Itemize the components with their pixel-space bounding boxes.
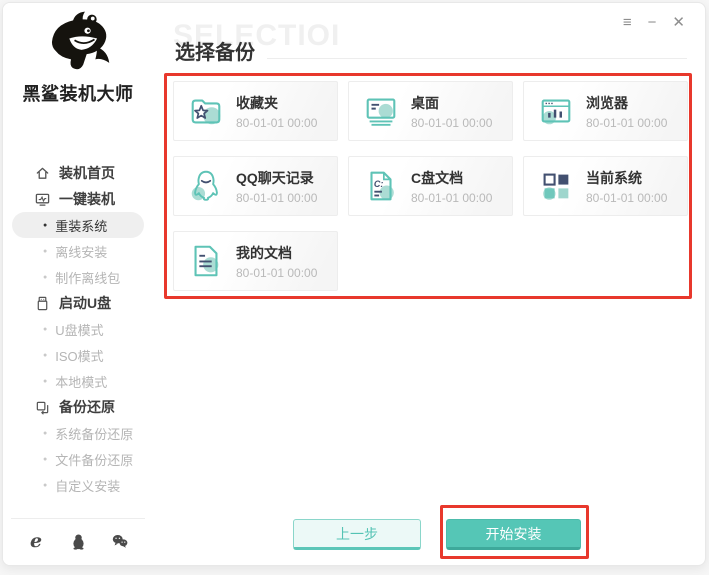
backup-card-time: 80-01-01 00:00 xyxy=(236,265,318,280)
sidebar-item-label: 系统备份还原 xyxy=(55,426,134,442)
backup-restore-icon xyxy=(35,400,50,415)
backup-card-time: 80-01-01 00:00 xyxy=(411,115,493,130)
backup-card-title: 桌面 xyxy=(411,94,439,111)
backup-card-time: 80-01-01 00:00 xyxy=(586,190,668,205)
c-drive-doc-icon: C: xyxy=(362,167,400,205)
browser-icon xyxy=(537,92,575,130)
sidebar-item-one-key-install[interactable]: 一键装机 xyxy=(3,186,153,212)
backup-card-qq-chat[interactable]: QQ聊天记录 80-01-01 00:00 xyxy=(173,156,338,216)
close-icon[interactable]: ✕ xyxy=(672,15,685,30)
menu-icon[interactable]: ≡ xyxy=(623,15,632,30)
sidebar-item-usb-mode[interactable]: U盘模式 xyxy=(12,316,144,342)
backup-card-title: 收藏夹 xyxy=(236,94,278,111)
favorites-folder-icon xyxy=(187,92,225,130)
backup-card-title: C盘文档 xyxy=(411,169,464,186)
backup-card-title: 浏览器 xyxy=(586,94,628,111)
qq-chat-icon xyxy=(187,167,225,205)
sidebar-item-label: 制作离线包 xyxy=(55,270,121,286)
ie-icon[interactable]: e xyxy=(26,531,46,551)
backup-card-grid: 收藏夹 80-01-01 00:00 桌面 80-01-01 00:00 浏览器… xyxy=(173,81,688,291)
sidebar-item-home[interactable]: 装机首页 xyxy=(3,160,153,186)
previous-step-button[interactable]: 上一步 xyxy=(293,519,421,550)
sidebar-item-label: ISO模式 xyxy=(55,348,104,364)
svg-text:C:: C: xyxy=(374,179,384,189)
sidebar-item-system-backup-restore[interactable]: 系统备份还原 xyxy=(12,420,144,446)
app-logo: 黑鲨装机大师 xyxy=(3,3,153,106)
desktop-icon xyxy=(362,92,400,130)
backup-card-title: QQ聊天记录 xyxy=(236,169,314,186)
sidebar-item-backup-restore[interactable]: 备份还原 xyxy=(3,394,153,420)
sidebar-item-custom-install[interactable]: 自定义安装 xyxy=(12,472,144,498)
sidebar-item-label: 文件备份还原 xyxy=(55,452,134,468)
wechat-icon[interactable] xyxy=(110,531,130,551)
current-system-icon xyxy=(537,167,575,205)
home-icon xyxy=(35,166,50,181)
sidebar-item-label: 一键装机 xyxy=(59,191,115,207)
app-window: 黑鲨装机大师 装机首页 一键装机 重装系统 离线安装 制 xyxy=(2,2,706,566)
backup-card-time: 80-01-01 00:00 xyxy=(236,190,318,205)
sidebar-item-label: 本地模式 xyxy=(55,374,108,390)
main-content: ≡ − ✕ SELECTIOI 选择备份 收藏夹 80-01-01 00:00 xyxy=(153,3,705,565)
sidebar-footer: e xyxy=(3,524,153,558)
window-controls: ≡ − ✕ xyxy=(623,15,685,30)
sidebar-divider xyxy=(11,518,145,519)
sidebar: 黑鲨装机大师 装机首页 一键装机 重装系统 离线安装 制 xyxy=(3,3,153,565)
usb-drive-icon xyxy=(35,296,50,311)
my-documents-icon xyxy=(187,242,225,280)
sidebar-item-reinstall-system[interactable]: 重装系统 xyxy=(12,212,144,238)
start-install-button[interactable]: 开始安装 xyxy=(446,519,581,550)
backup-card-time: 80-01-01 00:00 xyxy=(586,115,668,130)
sidebar-item-offline-install[interactable]: 离线安装 xyxy=(12,238,144,264)
sidebar-item-boot-usb[interactable]: 启动U盘 xyxy=(3,290,153,316)
title-underline xyxy=(267,58,687,59)
backup-card-time: 80-01-01 00:00 xyxy=(236,115,318,130)
qq-icon[interactable] xyxy=(68,531,88,551)
sidebar-item-label: 自定义安装 xyxy=(55,478,121,494)
shark-logo-icon xyxy=(34,11,122,79)
backup-card-my-documents[interactable]: 我的文档 80-01-01 00:00 xyxy=(173,231,338,291)
sidebar-item-iso-mode[interactable]: ISO模式 xyxy=(12,342,144,368)
sidebar-item-label: 启动U盘 xyxy=(59,295,112,311)
sidebar-item-local-mode[interactable]: 本地模式 xyxy=(12,368,144,394)
backup-card-c-drive-docs[interactable]: C: C盘文档 80-01-01 00:00 xyxy=(348,156,513,216)
backup-card-title: 当前系统 xyxy=(586,169,642,186)
sidebar-item-label: 离线安装 xyxy=(55,244,108,260)
sidebar-item-file-backup-restore[interactable]: 文件备份还原 xyxy=(12,446,144,472)
backup-card-favorites[interactable]: 收藏夹 80-01-01 00:00 xyxy=(173,81,338,141)
sidebar-item-label: 装机首页 xyxy=(59,165,115,181)
backup-card-current-system[interactable]: 当前系统 80-01-01 00:00 xyxy=(523,156,688,216)
sidebar-item-label: 重装系统 xyxy=(55,218,108,234)
backup-card-title: 我的文档 xyxy=(236,244,292,261)
app-title: 黑鲨装机大师 xyxy=(22,84,134,104)
one-key-install-icon xyxy=(35,192,50,207)
page-title: 选择备份 xyxy=(175,42,255,64)
backup-card-desktop[interactable]: 桌面 80-01-01 00:00 xyxy=(348,81,513,141)
sidebar-item-label: 备份还原 xyxy=(59,399,115,415)
sidebar-item-make-offline-package[interactable]: 制作离线包 xyxy=(12,264,144,290)
sidebar-nav: 装机首页 一键装机 重装系统 离线安装 制作离线包 启动U盘 xyxy=(3,160,153,498)
sidebar-item-label: U盘模式 xyxy=(55,322,104,338)
backup-card-browser[interactable]: 浏览器 80-01-01 00:00 xyxy=(523,81,688,141)
backup-card-time: 80-01-01 00:00 xyxy=(411,190,493,205)
minimize-icon[interactable]: − xyxy=(648,15,657,30)
